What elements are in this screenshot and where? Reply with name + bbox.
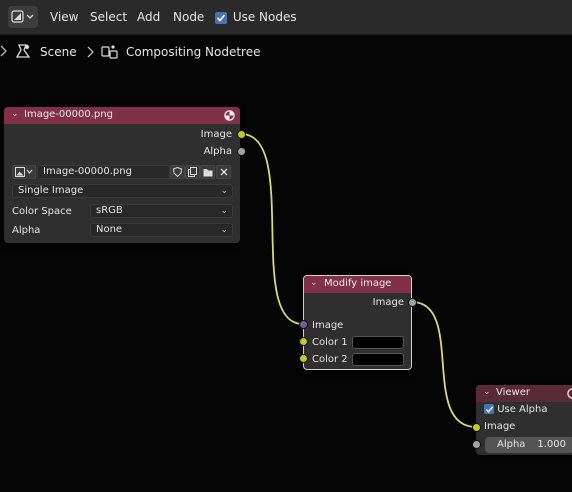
color-space-select[interactable]: sRGB ⌄ — [90, 204, 233, 218]
image-node-header[interactable]: ⌄ Image-00000.png — [4, 107, 240, 124]
chevron-down-icon: ⌄ — [220, 225, 228, 235]
image-icon — [15, 167, 33, 177]
use-alpha-checkbox[interactable] — [484, 404, 494, 414]
use-alpha-toggle[interactable]: Use Alpha — [484, 404, 547, 415]
image-output-socket[interactable] — [237, 130, 246, 139]
image-browse-button[interactable] — [12, 165, 36, 179]
source-select[interactable]: Single Image ⌄ — [12, 184, 233, 198]
source-value: Single Image — [18, 185, 84, 196]
color2-swatch[interactable] — [352, 353, 404, 366]
alpha-mode-value: None — [96, 224, 123, 235]
viewer-alpha-label: Alpha — [497, 439, 526, 450]
image-name-field[interactable]: Image-00000.png — [37, 165, 170, 179]
color1-swatch[interactable] — [352, 336, 404, 349]
color1-label: Color 1 — [312, 337, 348, 348]
check-icon — [485, 406, 494, 413]
collapse-icon[interactable]: ⌄ — [483, 387, 491, 397]
modify-output-label: Image — [372, 297, 404, 308]
link-image-to-modify — [240, 133, 304, 325]
viewer-alpha-socket[interactable] — [472, 440, 481, 449]
alpha-mode-label: Alpha — [12, 225, 41, 236]
duplicate-icon — [188, 167, 197, 177]
collapse-icon[interactable]: ⌄ — [11, 109, 19, 119]
duplicate-button[interactable] — [185, 165, 200, 179]
output-image-label: Image — [200, 129, 232, 140]
color1-socket[interactable] — [299, 337, 308, 346]
chevron-down-icon: ⌄ — [220, 206, 228, 216]
modify-node-title: Modify image — [324, 278, 392, 289]
viewer-input-image-label: Image — [484, 421, 516, 432]
viewer-image-socket[interactable] — [472, 423, 481, 432]
unlink-button[interactable] — [216, 165, 231, 179]
viewer-node-title: Viewer — [496, 387, 530, 398]
fake-user-button[interactable] — [170, 165, 185, 179]
modify-node-header[interactable]: ⌄ Modify image — [304, 276, 411, 293]
close-icon — [220, 168, 227, 176]
modify-image-node[interactable]: ⌄ Modify image Image Image Color 1 Color… — [303, 275, 412, 370]
image-node-title: Image-00000.png — [24, 109, 113, 120]
color-space-label: Color Space — [12, 206, 72, 217]
viewer-alpha-field[interactable]: Alpha 1.000 — [485, 437, 572, 453]
alpha-output-socket[interactable] — [237, 147, 246, 156]
folder-icon — [203, 168, 212, 176]
color2-socket[interactable] — [299, 354, 308, 363]
use-alpha-label: Use Alpha — [497, 404, 548, 415]
image-name-value: Image-00000.png — [43, 166, 132, 177]
render-icon[interactable] — [567, 388, 572, 399]
chevron-down-icon: ⌄ — [220, 186, 228, 196]
alpha-mode-select[interactable]: None ⌄ — [90, 223, 233, 237]
color2-label: Color 2 — [312, 354, 348, 365]
image-node[interactable]: ⌄ Image-00000.png Image Alpha Image-0000… — [4, 107, 240, 243]
viewer-node-header[interactable]: ⌄ Viewer — [476, 385, 572, 402]
link-modify-to-viewer — [411, 301, 477, 428]
modify-input-image-label: Image — [312, 320, 344, 331]
viewer-alpha-value: 1.000 — [537, 439, 566, 450]
modify-output-socket[interactable] — [408, 298, 417, 307]
collapse-icon[interactable]: ⌄ — [310, 278, 318, 288]
shield-icon — [173, 167, 182, 177]
output-alpha-label: Alpha — [203, 146, 232, 157]
open-file-button[interactable] — [200, 165, 215, 179]
viewer-node[interactable]: ⌄ Viewer Use Alpha Image Alpha 1.000 — [476, 385, 572, 455]
render-icon[interactable] — [224, 110, 235, 121]
color-space-value: sRGB — [96, 205, 123, 216]
modify-input-image-socket[interactable] — [299, 320, 308, 329]
